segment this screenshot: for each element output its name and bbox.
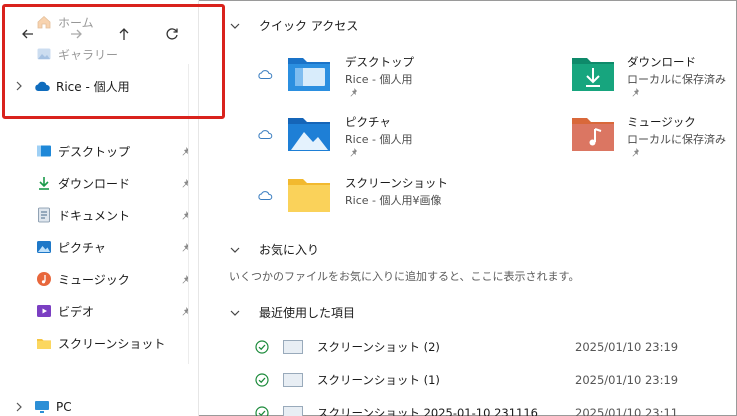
cloud-status-icon [258,70,273,79]
pin-icon[interactable] [349,147,359,157]
nav-desktop[interactable]: デスクトップ [36,137,130,165]
section-favorites[interactable]: お気に入り [229,241,319,258]
image-thumbnail-icon [283,373,303,387]
pin-icon[interactable] [631,147,641,157]
up-button[interactable] [112,22,136,46]
pin-icon[interactable] [180,145,192,157]
downloads-folder-icon [572,58,614,91]
monitor-icon [34,399,50,415]
arrow-left-icon [22,29,33,39]
cloud-status-icon [258,191,273,200]
back-button[interactable] [16,22,40,46]
image-thumbnail-icon [283,340,303,354]
chevron-down-icon[interactable] [229,244,241,256]
sync-check-icon [255,340,269,354]
sync-check-icon [255,373,269,387]
recent-item[interactable]: スクリーンショット (1) 2025/01/10 23:19 [255,370,725,390]
cloud-status-icon [258,130,273,139]
section-quick-access[interactable]: クイック アクセス [229,17,358,34]
home-content: クイック アクセス デスクトップ Rice - 個人用 ダウンロード ローカルに… [199,0,737,416]
desktop-folder-icon [288,58,330,91]
favorites-empty-message: いくつかのファイルをお気に入りに追加すると、ここに表示されます。 [229,270,580,283]
nav-videos[interactable]: ビデオ [36,297,94,325]
music-icon [36,271,52,287]
pin-icon[interactable] [349,87,359,97]
section-recent[interactable]: 最近使用した項目 [229,304,355,321]
chevron-right-icon[interactable] [14,78,24,94]
arrow-right-icon [71,29,82,39]
quick-access-downloads[interactable]: ダウンロード ローカルに保存済み [539,54,729,104]
nav-pictures[interactable]: ピクチャ [36,233,106,261]
music-folder-icon [572,118,614,151]
image-thumbnail-icon [283,406,303,416]
arrow-up-icon [119,28,129,40]
quick-access-screenshots[interactable]: スクリーンショット Rice - 個人用¥画像 [257,175,477,225]
nav-pc[interactable]: PC [14,393,72,416]
sidebar-scrollbar[interactable] [188,64,189,364]
nav-music[interactable]: ミュージック [36,265,130,293]
refresh-button[interactable] [160,22,184,46]
cloud-icon [34,78,50,94]
pin-icon[interactable] [180,305,192,317]
video-icon [36,303,52,319]
quick-access-desktop[interactable]: デスクトップ Rice - 個人用 [257,54,477,104]
pin-icon[interactable] [180,273,192,285]
navigation-pane: ホーム ギャラリー Rice - 個人用 デスクトップ ダウンロード ドキュメン… [0,0,198,416]
refresh-icon [166,28,178,40]
recent-item[interactable]: スクリーンショット 2025-01-10 231116 2025/01/10 2… [255,403,725,416]
pin-icon[interactable] [180,209,192,221]
pictures-icon [36,239,52,255]
quick-access-music[interactable]: ミュージック ローカルに保存済み [539,114,729,164]
folder-icon [36,335,52,351]
chevron-down-icon[interactable] [229,307,241,319]
chevron-right-icon[interactable] [14,399,24,415]
quick-access-pictures[interactable]: ピクチャ Rice - 個人用 [257,114,477,164]
screenshots-folder-icon [288,179,330,212]
gallery-icon [36,46,52,62]
forward-button[interactable] [64,22,88,46]
nav-onedrive[interactable]: Rice - 個人用 [14,72,130,100]
pin-icon[interactable] [631,87,641,97]
sync-check-icon [255,406,269,416]
chevron-down-icon[interactable] [229,20,241,32]
pin-icon[interactable] [180,177,192,189]
nav-documents[interactable]: ドキュメント [36,201,130,229]
document-icon [36,207,52,223]
nav-screenshots[interactable]: スクリーンショット [36,329,165,357]
pictures-folder-icon [288,118,330,151]
desktop-icon [36,143,52,159]
download-icon [36,175,52,191]
pin-icon[interactable] [180,241,192,253]
nav-downloads[interactable]: ダウンロード [36,169,130,197]
recent-item[interactable]: スクリーンショット (2) 2025/01/10 23:19 [255,337,725,357]
